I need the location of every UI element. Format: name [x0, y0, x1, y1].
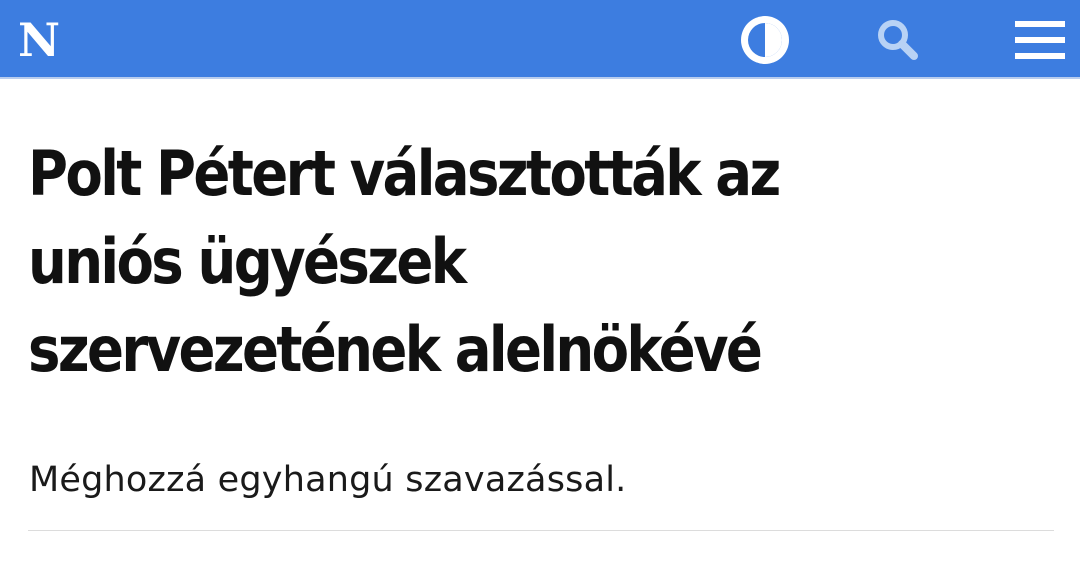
search-icon	[878, 19, 918, 60]
search-button[interactable]	[868, 0, 928, 79]
article-lead: Méghozzá egyhangú szavazással.	[29, 460, 627, 500]
site-logo[interactable]: N	[18, 12, 60, 68]
headline-line-2: uniós ügyészek	[28, 225, 467, 298]
hamburger-menu-icon	[1015, 20, 1065, 59]
headline-line-3: szervezetének alelnökévé	[28, 313, 763, 386]
top-navigation-bar: N	[0, 0, 1080, 79]
headline-line-1: Polt Pétert választották az	[28, 137, 781, 210]
contrast-icon	[741, 15, 789, 64]
article-headline[interactable]: Polt Pétert választották az uniós ügyész…	[28, 130, 926, 394]
menu-button[interactable]	[1010, 0, 1070, 79]
divider	[28, 530, 1054, 531]
contrast-toggle-button[interactable]	[734, 0, 796, 79]
